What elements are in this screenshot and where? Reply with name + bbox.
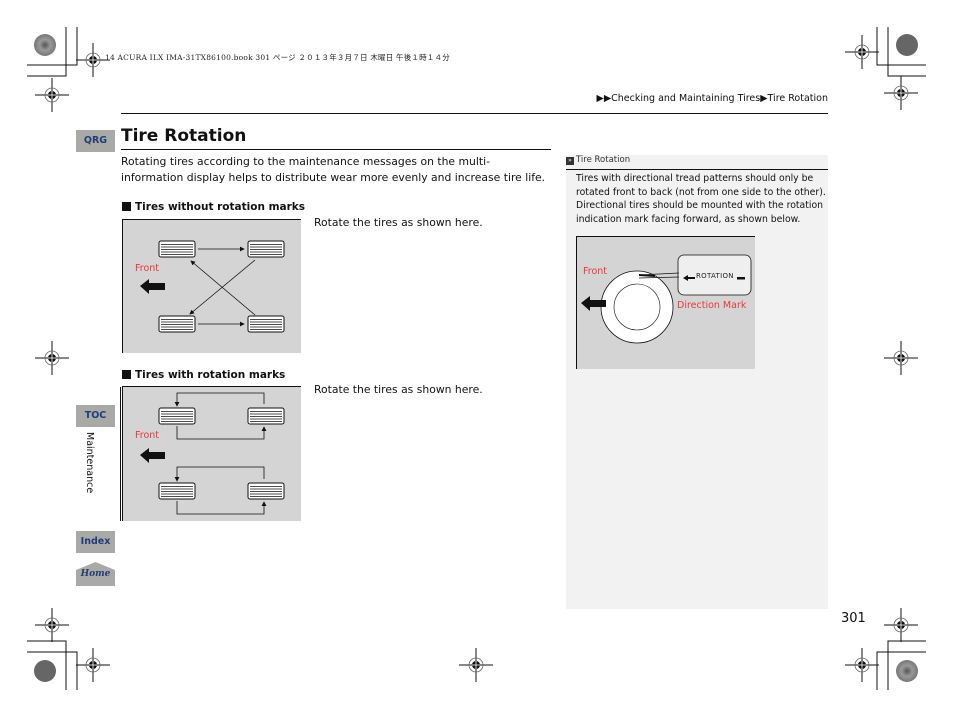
arrow-fl-to-fr	[176, 426, 267, 440]
arrow-rl-to-rr	[176, 501, 267, 515]
home-button[interactable]: Home	[76, 562, 115, 586]
tire-rear-left	[158, 315, 196, 333]
color-bar-disc	[34, 34, 56, 56]
square-bullet-icon	[122, 202, 131, 211]
print-header: 14 ACURA ILX IMA-31TX86100.book 301 ページ …	[105, 53, 450, 62]
arrow-rr-to-rl	[174, 466, 265, 482]
arrow-fr-to-fl	[174, 392, 265, 407]
index-button[interactable]: Index	[76, 531, 115, 553]
section-heading-with-marks: Tires with rotation marks	[122, 369, 285, 381]
title-rule	[121, 149, 551, 150]
instruction-text: Rotate the tires as shown here.	[314, 383, 483, 396]
tire-rotation-front-back-figure: Front	[122, 386, 301, 521]
cross-diagram	[140, 240, 285, 333]
section-heading-text: Tires without rotation marks	[135, 201, 306, 213]
tire-circle	[600, 270, 674, 344]
square-bullet-icon	[122, 370, 131, 379]
side-note-heading: Tire Rotation	[576, 155, 631, 165]
double-triangle-right-icon: ▶▶	[596, 93, 612, 104]
tire-front-right	[247, 407, 285, 425]
instruction-text: Rotate the tires as shown here.	[314, 216, 483, 229]
breadcrumb-item-tire-rotation[interactable]: Tire Rotation	[768, 93, 828, 104]
tire-front-right	[247, 240, 285, 258]
side-note-text: Tires with directional tread patterns sh…	[576, 173, 826, 226]
triangle-right-icon: ▶	[760, 93, 768, 104]
breadcrumb: ▶▶Checking and Maintaining Tires▶Tire Ro…	[597, 93, 828, 104]
tire-front-left	[158, 407, 196, 425]
page-title: Tire Rotation	[121, 126, 247, 146]
home-label: Home	[80, 569, 111, 579]
front-label: Front	[583, 266, 608, 277]
section-bar	[120, 387, 121, 521]
direction-mark-label: Direction Mark	[677, 300, 747, 311]
breadcrumb-item-checking-tires[interactable]: Checking and Maintaining Tires	[611, 93, 760, 104]
section-heading-without-marks: Tires without rotation marks	[122, 201, 305, 213]
front-arrow-icon	[140, 279, 165, 294]
side-note-header: » Tire Rotation	[566, 155, 828, 170]
page-number: 301	[841, 611, 866, 626]
tire-rotation-cross-figure: Front	[122, 219, 301, 353]
tire-rear-right	[247, 315, 285, 333]
tire-rear-right	[247, 482, 285, 500]
section-heading-text: Tires with rotation marks	[135, 369, 286, 381]
front-label: Front	[135, 263, 160, 274]
note-chevron-icon: »	[566, 157, 574, 165]
direction-mark-figure: ROTATION Front Direction Mark	[576, 236, 755, 369]
intro-text: Rotating tires according to the maintena…	[121, 155, 546, 184]
qrg-button[interactable]: QRG	[76, 130, 115, 152]
tire-rear-left	[158, 482, 196, 500]
tire-front-left	[158, 240, 196, 258]
arrow-rr-to-fl	[190, 260, 256, 316]
front-label: Front	[135, 430, 160, 441]
toc-button[interactable]: TOC	[76, 405, 115, 427]
rotation-mark-text: ROTATION	[696, 272, 734, 280]
front-back-diagram	[140, 392, 285, 515]
header-rule	[121, 113, 828, 114]
section-label: Maintenance	[84, 432, 95, 494]
front-arrow-icon	[140, 448, 165, 463]
